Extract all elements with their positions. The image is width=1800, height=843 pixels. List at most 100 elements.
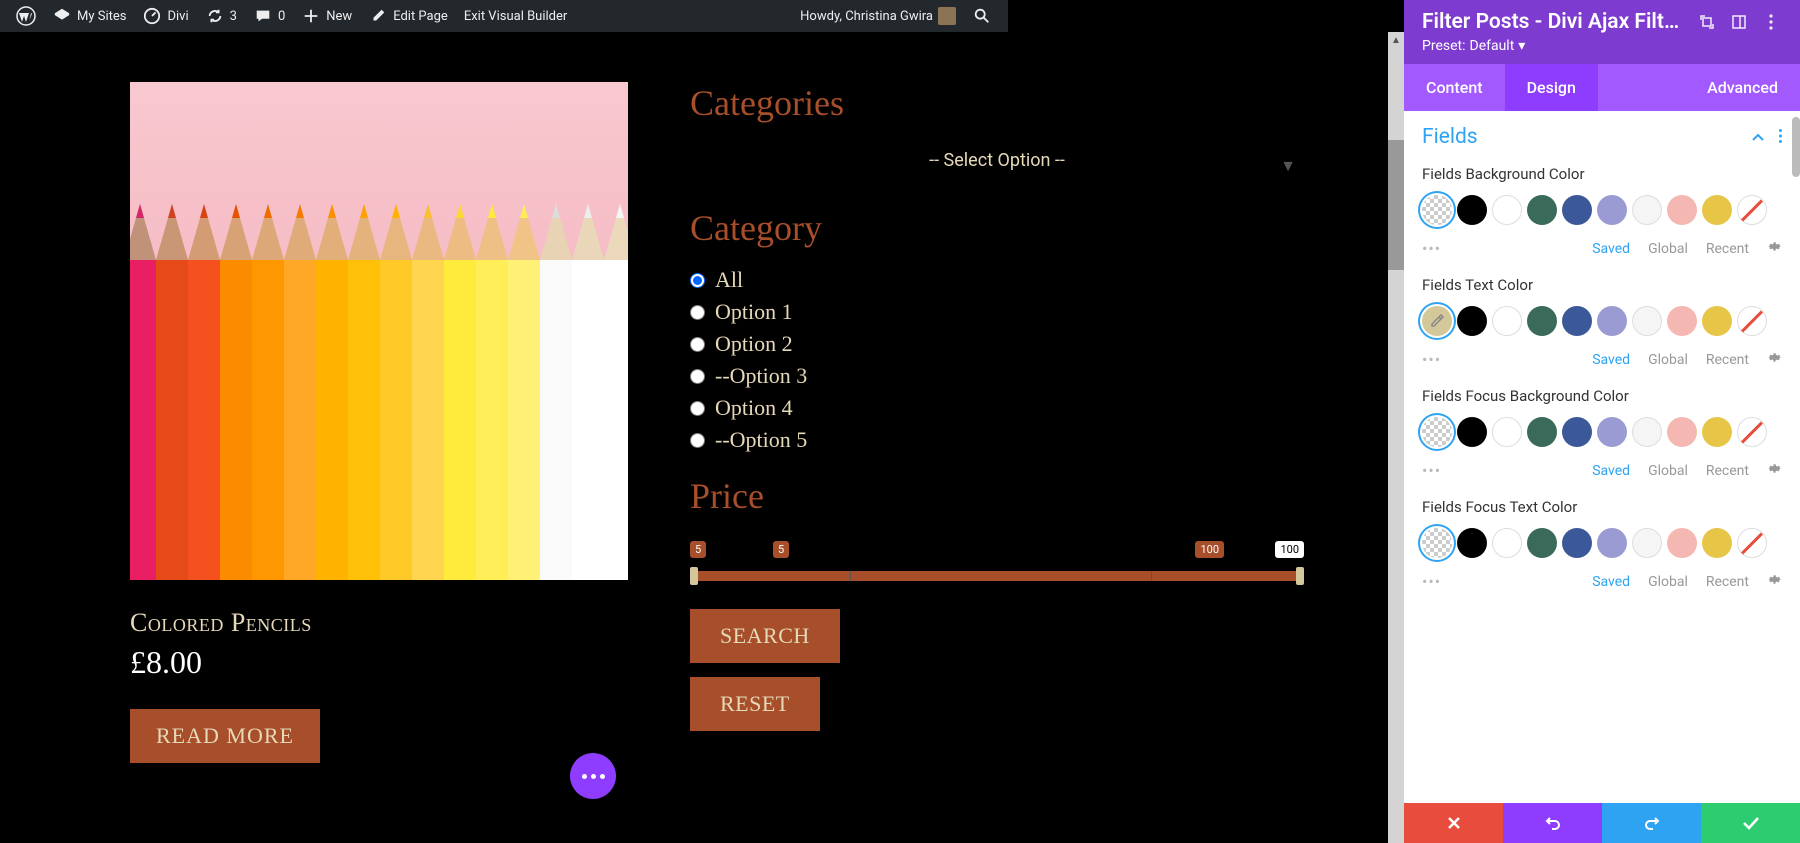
color-swatch[interactable] [1527,417,1557,447]
color-swatch[interactable] [1702,195,1732,225]
category-radio-input[interactable] [690,273,705,288]
search-button[interactable]: SEARCH [690,609,840,663]
edit-page-link[interactable]: Edit Page [360,0,456,32]
price-slider[interactable]: 5 5 100 100 [690,541,1304,581]
color-swatch-none[interactable] [1737,417,1767,447]
category-radio-item[interactable]: Option 1 [690,299,1304,325]
category-radio-item[interactable]: Option 4 [690,395,1304,421]
color-swatch[interactable] [1597,528,1627,558]
color-swatch[interactable] [1457,306,1487,336]
recent-tab[interactable]: Recent [1706,574,1749,590]
preset-selector[interactable]: Preset: Default ▾ [1422,38,1782,54]
color-swatch[interactable] [1667,306,1697,336]
category-radio-input[interactable] [690,337,705,352]
kebab-icon[interactable] [1760,11,1782,33]
global-tab[interactable]: Global [1648,574,1688,590]
undo-button[interactable] [1503,803,1602,843]
color-swatch[interactable] [1562,195,1592,225]
section-title[interactable]: Fields [1422,125,1478,149]
color-swatch-none[interactable] [1737,528,1767,558]
global-tab[interactable]: Global [1648,241,1688,257]
global-tab[interactable]: Global [1648,463,1688,479]
scroll-thumb[interactable] [1388,140,1404,270]
color-swatch[interactable] [1702,528,1732,558]
tab-content[interactable]: Content [1404,64,1505,111]
color-swatch[interactable] [1492,528,1522,558]
saved-tab[interactable]: Saved [1592,463,1630,479]
color-swatch[interactable] [1527,528,1557,558]
color-swatch-current[interactable] [1422,306,1452,336]
cancel-button[interactable] [1404,803,1503,843]
category-radio-item[interactable]: --Option 5 [690,427,1304,453]
product-image[interactable] [130,82,628,580]
site-link[interactable]: Divi [134,0,196,32]
wp-logo[interactable] [8,0,44,32]
exit-vb-link[interactable]: Exit Visual Builder [456,0,575,32]
color-swatch[interactable] [1667,417,1697,447]
recent-tab[interactable]: Recent [1706,352,1749,368]
divi-fab-button[interactable] [570,753,616,799]
categories-select[interactable]: -- Select Option -- ▼ [690,142,1304,179]
recent-tab[interactable]: Recent [1706,463,1749,479]
updates-link[interactable]: 3 [197,0,245,32]
reset-button[interactable]: RESET [690,677,820,731]
color-swatch[interactable] [1702,417,1732,447]
color-swatch[interactable] [1632,195,1662,225]
color-swatch[interactable] [1527,306,1557,336]
color-swatch[interactable] [1492,195,1522,225]
more-icon[interactable]: ••• [1422,239,1441,258]
color-swatch[interactable] [1562,528,1592,558]
category-radio-input[interactable] [690,433,705,448]
color-swatch[interactable] [1632,528,1662,558]
color-swatch-current[interactable] [1422,417,1452,447]
color-swatch-current[interactable] [1422,195,1452,225]
color-swatch[interactable] [1562,417,1592,447]
gear-icon[interactable] [1767,461,1782,480]
color-swatch[interactable] [1632,306,1662,336]
preview-scrollbar[interactable]: ▲ [1388,32,1404,843]
category-radio-input[interactable] [690,369,705,384]
tab-advanced[interactable]: Advanced [1685,64,1800,111]
category-radio-input[interactable] [690,305,705,320]
color-swatch[interactable] [1457,195,1487,225]
my-sites-link[interactable]: My Sites [44,0,134,32]
category-radio-input[interactable] [690,401,705,416]
color-swatch-current[interactable] [1422,528,1452,558]
gear-icon[interactable] [1767,239,1782,258]
saved-tab[interactable]: Saved [1592,574,1630,590]
gear-icon[interactable] [1767,572,1782,591]
color-swatch-none[interactable] [1737,306,1767,336]
recent-tab[interactable]: Recent [1706,241,1749,257]
more-icon[interactable]: ••• [1422,350,1441,369]
gear-icon[interactable] [1767,350,1782,369]
color-swatch[interactable] [1527,195,1557,225]
color-swatch[interactable] [1597,306,1627,336]
category-radio-item[interactable]: All [690,267,1304,293]
collapse-icon[interactable] [1751,128,1765,147]
slider-handle-right[interactable] [1296,567,1304,585]
category-radio-item[interactable]: --Option 3 [690,363,1304,389]
slider-handle-left[interactable] [690,567,698,585]
color-swatch[interactable] [1457,528,1487,558]
global-tab[interactable]: Global [1648,352,1688,368]
tab-design[interactable]: Design [1505,64,1598,111]
color-swatch[interactable] [1667,195,1697,225]
category-radio-item[interactable]: Option 2 [690,331,1304,357]
redo-button[interactable] [1602,803,1701,843]
comments-link[interactable]: 0 [245,0,293,32]
expand-icon[interactable] [1696,11,1718,33]
color-swatch[interactable] [1597,417,1627,447]
new-link[interactable]: New [293,0,360,32]
howdy-link[interactable]: Howdy, Christina Gwira [792,0,964,32]
panel-scrollbar[interactable] [1792,117,1800,803]
color-swatch[interactable] [1492,417,1522,447]
search-toggle[interactable] [964,0,1000,32]
color-swatch[interactable] [1457,417,1487,447]
color-swatch[interactable] [1492,306,1522,336]
color-swatch-none[interactable] [1737,195,1767,225]
color-swatch[interactable] [1702,306,1732,336]
color-swatch[interactable] [1667,528,1697,558]
more-icon[interactable]: ••• [1422,461,1441,480]
read-more-button[interactable]: READ MORE [130,709,320,763]
saved-tab[interactable]: Saved [1592,241,1630,257]
